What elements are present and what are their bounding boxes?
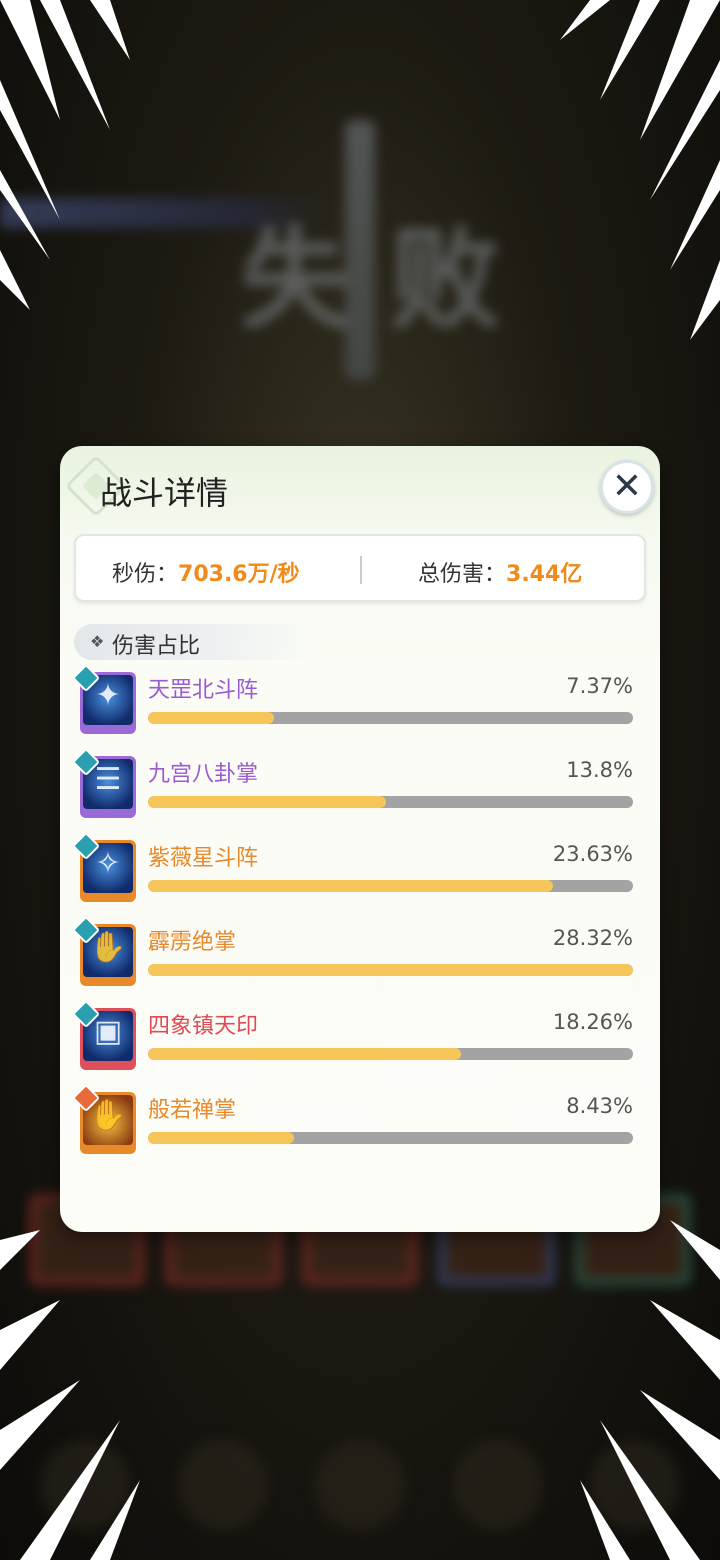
skill-name: 四象镇天印 <box>148 1014 259 1039</box>
skill-icon-frame: ✦ <box>71 663 136 734</box>
skill-percent: 23.63% <box>552 842 633 866</box>
dps-label: 秒伤： <box>112 562 179 587</box>
skill-name: 霹雳绝掌 <box>148 930 237 955</box>
section-label: 伤害占比 <box>112 634 201 659</box>
skill-icon-frame: ☰ <box>71 747 136 818</box>
skill-percent: 8.43% <box>566 1094 633 1118</box>
skill-percent: 28.32% <box>552 926 633 950</box>
damage-share-bar <box>148 1132 633 1144</box>
skill-name: 紫薇星斗阵 <box>148 846 259 871</box>
close-button[interactable]: ✕ <box>600 460 654 514</box>
damage-share-bar <box>148 796 633 808</box>
damage-share-bar-fill <box>148 712 275 724</box>
skill-name: 般若禅掌 <box>148 1098 237 1123</box>
skill-percent: 18.26% <box>552 1010 633 1034</box>
damage-share-bar <box>148 880 633 892</box>
total-damage-stat: 总伤害：3.44亿 <box>418 556 582 588</box>
skill-row: ✦ 天罡北斗阵 7.37% <box>71 663 640 754</box>
skill-icon-frame: ▣ <box>71 999 136 1070</box>
diamond-bullet-icon: ❖ <box>90 632 105 651</box>
damage-share-bar-fill <box>148 880 553 892</box>
skill-icon-frame: ✋ <box>71 915 136 986</box>
skill-damage-list: ✦ 天罡北斗阵 7.37% ☰ 九宫八卦掌 13.8% ✧ 紫薇星斗阵 23.6… <box>71 663 640 1174</box>
damage-stats-box: 秒伤：703.6万/秒 总伤害：3.44亿 <box>74 534 646 602</box>
panel-title: 战斗详情 <box>100 474 229 512</box>
damage-share-bar-fill <box>148 964 633 976</box>
skill-row: ✋ 般若禅掌 8.43% <box>71 1083 640 1174</box>
skill-row: ▣ 四象镇天印 18.26% <box>71 999 640 1090</box>
skill-name: 天罡北斗阵 <box>148 678 259 703</box>
total-damage-label: 总伤害： <box>418 562 507 587</box>
skill-percent: 7.37% <box>566 674 633 698</box>
dps-value: 703.6万/秒 <box>178 562 300 587</box>
skill-row: ✋ 霹雳绝掌 28.32% <box>71 915 640 1006</box>
skill-percent: 13.8% <box>566 758 633 782</box>
damage-share-section-header: ❖ 伤害占比 <box>74 624 314 660</box>
skill-icon-frame: ✧ <box>71 831 136 902</box>
defeat-title: 失 败 <box>220 200 520 344</box>
dps-stat: 秒伤：703.6万/秒 <box>112 556 300 588</box>
background-nav-button <box>315 1440 405 1530</box>
damage-share-bar <box>148 712 633 724</box>
background-nav-button <box>40 1440 130 1530</box>
skill-row: ☰ 九宫八卦掌 13.8% <box>71 747 640 838</box>
background-nav-button <box>452 1440 543 1530</box>
skill-icon-frame: ✋ <box>71 1083 136 1154</box>
skill-name: 九宫八卦掌 <box>148 762 259 787</box>
damage-share-bar-fill <box>148 796 386 808</box>
skill-row: ✧ 紫薇星斗阵 23.63% <box>71 831 640 922</box>
background-nav-button <box>590 1440 680 1530</box>
damage-share-bar-fill <box>148 1132 294 1144</box>
total-damage-value: 3.44亿 <box>506 562 583 587</box>
close-icon: ✕ <box>611 466 643 507</box>
background-nav-button <box>177 1440 268 1530</box>
defeat-title-left: 失 <box>240 216 350 344</box>
damage-share-bar <box>148 964 633 976</box>
battle-details-panel: 战斗详情 ✕ 秒伤：703.6万/秒 总伤害：3.44亿 ❖ 伤害占比 ✦ 天罡… <box>60 446 660 1232</box>
stats-divider <box>360 556 362 584</box>
defeat-title-right: 败 <box>390 216 500 344</box>
damage-share-bar-fill <box>148 1048 461 1060</box>
background-bottom-nav <box>40 1440 680 1540</box>
damage-share-bar <box>148 1048 633 1060</box>
